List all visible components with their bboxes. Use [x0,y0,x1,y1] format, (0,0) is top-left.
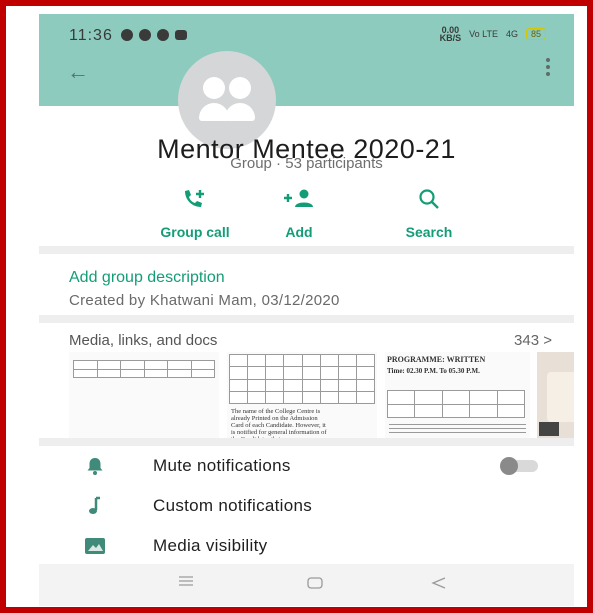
section-divider [39,438,574,446]
battery-indicator: 85 [525,28,546,40]
custom-notifications-label: Custom notifications [153,496,313,515]
mute-notifications-row[interactable]: Mute notifications [39,446,574,486]
add-group-description-link[interactable]: Add group description [69,269,225,287]
network-type: 4G [505,29,518,39]
red-border-frame: 11:36 0.00 KB/S Vo LTE 4G 85 ← Mentor Me… [0,0,593,613]
media-thumbnail-doc-2[interactable]: The name of the College Centre is alread… [227,352,377,440]
doc-3-time: Time: 02.30 P.M. To 05.30 P.M. [387,367,480,375]
phone-screen: 11:36 0.00 KB/S Vo LTE 4G 85 ← Mentor Me… [39,14,574,606]
status-time: 11:36 [69,27,113,44]
status-right: 0.00 KB/S Vo LTE 4G 85 [439,25,546,43]
custom-notifications-row[interactable]: Custom notifications [39,486,574,526]
overflow-menu-icon[interactable] [546,58,550,76]
youtube-notification-icon [175,30,187,40]
doc-3-heading: PROGRAMME: WRITTEN [387,355,486,364]
mute-toggle[interactable] [500,457,538,475]
bell-icon [83,454,107,478]
media-visibility-label: Media visibility [153,536,268,555]
whatsapp-notification-icon [121,29,133,41]
back-arrow-icon[interactable]: ← [67,59,89,85]
group-call-label: Group call [160,224,230,240]
group-call-button[interactable]: Group call [145,186,245,240]
pinterest-notification-icon [157,29,169,41]
recent-apps-icon[interactable] [177,574,195,593]
mute-notifications-label: Mute notifications [153,456,291,475]
status-bar: 11:36 0.00 KB/S Vo LTE 4G 85 [39,14,574,54]
image-icon [83,534,107,558]
media-visibility-row[interactable]: Media visibility [39,526,574,566]
add-label: Add [285,224,313,240]
section-divider [39,315,574,323]
home-button-icon[interactable] [307,576,323,595]
created-by-text: Created by Khatwani Mam, 03/12/2020 [69,292,340,309]
add-person-icon [269,186,329,212]
android-nav-bar [39,564,574,606]
media-count[interactable]: 343 > [514,332,552,349]
media-thumbnail-doc-1[interactable] [69,352,219,440]
network-speed: 0.00 KB/S [439,25,462,43]
group-participants: Group · 53 participants [230,155,383,172]
search-button[interactable]: Search [389,186,469,240]
media-thumbnail-photo[interactable] [537,352,574,440]
volte-label: Vo LTE [469,29,498,39]
group-info-header: 11:36 0.00 KB/S Vo LTE 4G 85 ← [39,14,574,106]
add-participant-button[interactable]: Add [269,186,329,240]
facebook-notification-icon [139,29,151,41]
music-note-icon [83,494,107,518]
back-button-icon[interactable] [431,576,447,595]
search-label: Search [405,224,453,240]
section-divider [39,246,574,254]
doc-2-text: The name of the College Centre is alread… [231,408,327,440]
media-thumbnail-doc-3[interactable]: PROGRAMME: WRITTEN Time: 02.30 P.M. To 0… [385,352,530,440]
add-call-icon [145,186,245,212]
media-links-docs-title[interactable]: Media, links, and docs [69,332,217,349]
search-icon [389,186,469,212]
